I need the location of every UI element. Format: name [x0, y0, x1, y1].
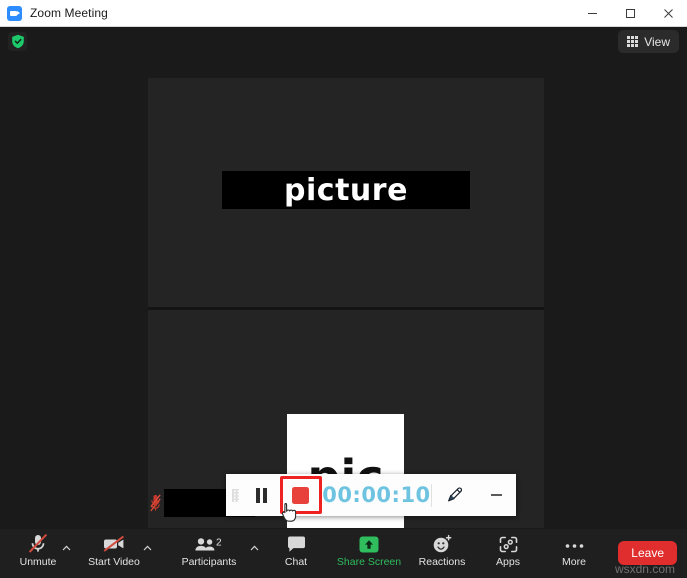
- toolbar-label-start-video: Start Video: [88, 556, 140, 568]
- toolbar-label-share-screen: Share Screen: [336, 556, 402, 568]
- shared-content-title: picture: [284, 172, 408, 208]
- view-button-label: View: [644, 34, 670, 49]
- stop-recording-icon: [292, 486, 310, 504]
- recording-timer: 00:00:10: [322, 483, 431, 507]
- toolbar-label-participants: Participants: [181, 556, 237, 568]
- pause-icon[interactable]: [245, 474, 278, 516]
- zoom-logo-icon: [7, 5, 22, 21]
- toolbar-label-chat: Chat: [284, 556, 308, 568]
- toolbar-item-reactions[interactable]: Reactions: [413, 533, 471, 575]
- share-screen-icon: [357, 533, 381, 554]
- chevron-up-icon-video[interactable]: [141, 542, 153, 554]
- close-icon[interactable]: [649, 0, 687, 27]
- minimize-icon[interactable]: [573, 0, 611, 27]
- grid-icon: [627, 36, 639, 47]
- toolbar-label-apps: Apps: [496, 556, 520, 568]
- chat-icon: [286, 533, 307, 554]
- stop-recording-button[interactable]: [279, 476, 323, 514]
- toolbar-label-reactions: Reactions: [418, 556, 466, 568]
- toolbar-label-more: More: [562, 556, 586, 568]
- toolbar-item-participants[interactable]: 2 Participants: [178, 533, 240, 575]
- toolbar-item-start-video[interactable]: Start Video: [83, 533, 145, 575]
- video-stage: picture pic: [0, 56, 687, 529]
- toolbar-item-chat[interactable]: Chat: [275, 533, 317, 575]
- window-controls: [573, 0, 687, 27]
- leave-button[interactable]: Leave: [618, 541, 677, 565]
- title-bar-left: Zoom Meeting: [0, 5, 108, 21]
- reactions-icon: [431, 533, 453, 554]
- mic-off-icon: [150, 494, 161, 508]
- more-icon: [563, 533, 586, 554]
- shared-content-title-bar: picture: [222, 171, 470, 209]
- toolbar-item-apps[interactable]: Apps: [486, 533, 530, 575]
- chevron-up-icon-participants[interactable]: [248, 542, 260, 554]
- participants-icon: 2: [193, 533, 225, 554]
- drag-handle-icon[interactable]: [226, 474, 245, 516]
- recorder-minimize-icon[interactable]: [478, 474, 516, 516]
- mic-off-icon: [27, 533, 49, 554]
- svg-text:2: 2: [216, 538, 222, 549]
- video-panel-shared-content[interactable]: picture: [148, 78, 544, 308]
- toolbar-item-unmute[interactable]: Unmute: [16, 533, 60, 575]
- title-bar: Zoom Meeting: [0, 0, 687, 27]
- apps-icon: [498, 533, 519, 554]
- zoom-meeting-window: Zoom Meeting View picture 00:00:10 Unmut…: [0, 0, 687, 578]
- meeting-toolbar: Unmute Start Video 2 Participants Chat S…: [0, 529, 687, 578]
- meeting-header: View: [0, 27, 687, 56]
- shield-check-icon[interactable]: [8, 32, 27, 51]
- toolbar-item-more[interactable]: More: [552, 533, 596, 575]
- pen-annotate-icon[interactable]: [432, 474, 478, 516]
- maximize-icon[interactable]: [611, 0, 649, 27]
- screen-recorder-toolbar: 00:00:10: [226, 474, 516, 516]
- window-title: Zoom Meeting: [30, 6, 108, 20]
- toolbar-item-share-screen[interactable]: Share Screen: [336, 533, 402, 575]
- chevron-up-icon-audio[interactable]: [60, 542, 72, 554]
- video-off-icon: [101, 533, 127, 554]
- view-button[interactable]: View: [618, 30, 679, 53]
- toolbar-label-unmute: Unmute: [19, 556, 57, 568]
